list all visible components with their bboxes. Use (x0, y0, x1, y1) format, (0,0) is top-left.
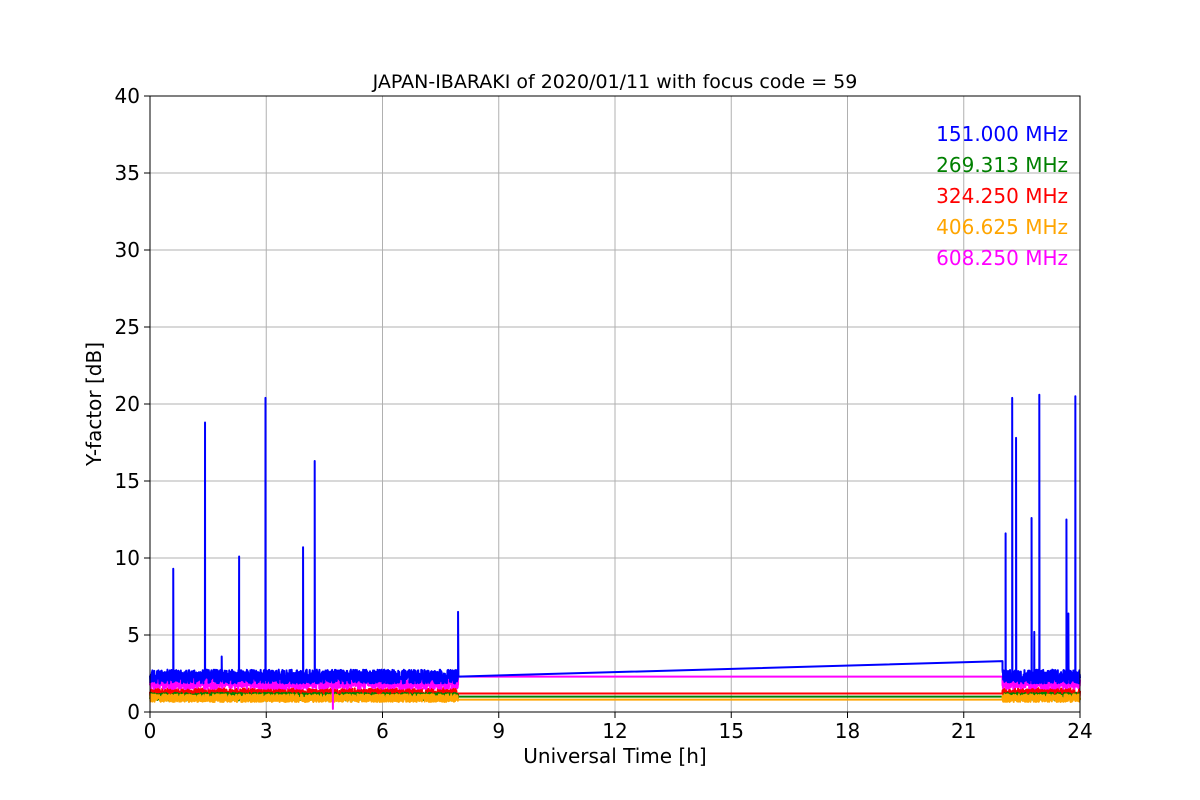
y-tick-label: 5 (127, 623, 140, 647)
y-tick-label: 25 (115, 315, 140, 339)
x-tick-label: 12 (602, 719, 627, 743)
legend-entry: 608.250 MHz (936, 246, 1068, 270)
chart: JAPAN-IBARAKI of 2020/01/11 with focus c… (82, 71, 1093, 768)
x-tick-label: 0 (144, 719, 157, 743)
legend-entry: 151.000 MHz (936, 122, 1068, 146)
y-tick-label: 40 (115, 84, 140, 108)
legend-entry: 406.625 MHz (936, 215, 1068, 239)
x-tick-label: 24 (1067, 719, 1092, 743)
y-tick-label: 35 (115, 161, 140, 185)
x-tick-label: 6 (376, 719, 389, 743)
y-axis-label: Y-factor [dB] (82, 342, 106, 467)
y-axis: 0 5 10 15 20 25 30 35 40 (115, 84, 150, 724)
y-tick-label: 20 (115, 392, 140, 416)
legend-entry: 324.250 MHz (936, 184, 1068, 208)
y-tick-label: 10 (115, 546, 140, 570)
chart-title: JAPAN-IBARAKI of 2020/01/11 with focus c… (372, 71, 858, 93)
legend-entry: 269.313 MHz (936, 153, 1068, 177)
y-tick-label: 0 (127, 700, 140, 724)
x-tick-label: 18 (835, 719, 860, 743)
x-axis: 0 3 6 9 12 15 18 21 24 (144, 712, 1093, 743)
x-tick-label: 15 (719, 719, 744, 743)
x-tick-label: 21 (951, 719, 976, 743)
x-tick-label: 9 (492, 719, 505, 743)
y-tick-label: 30 (115, 238, 140, 262)
x-axis-label: Universal Time [h] (523, 744, 706, 768)
x-tick-label: 3 (260, 719, 273, 743)
legend: 151.000 MHz 269.313 MHz 324.250 MHz 406.625… (936, 122, 1068, 270)
y-tick-label: 15 (115, 469, 140, 493)
